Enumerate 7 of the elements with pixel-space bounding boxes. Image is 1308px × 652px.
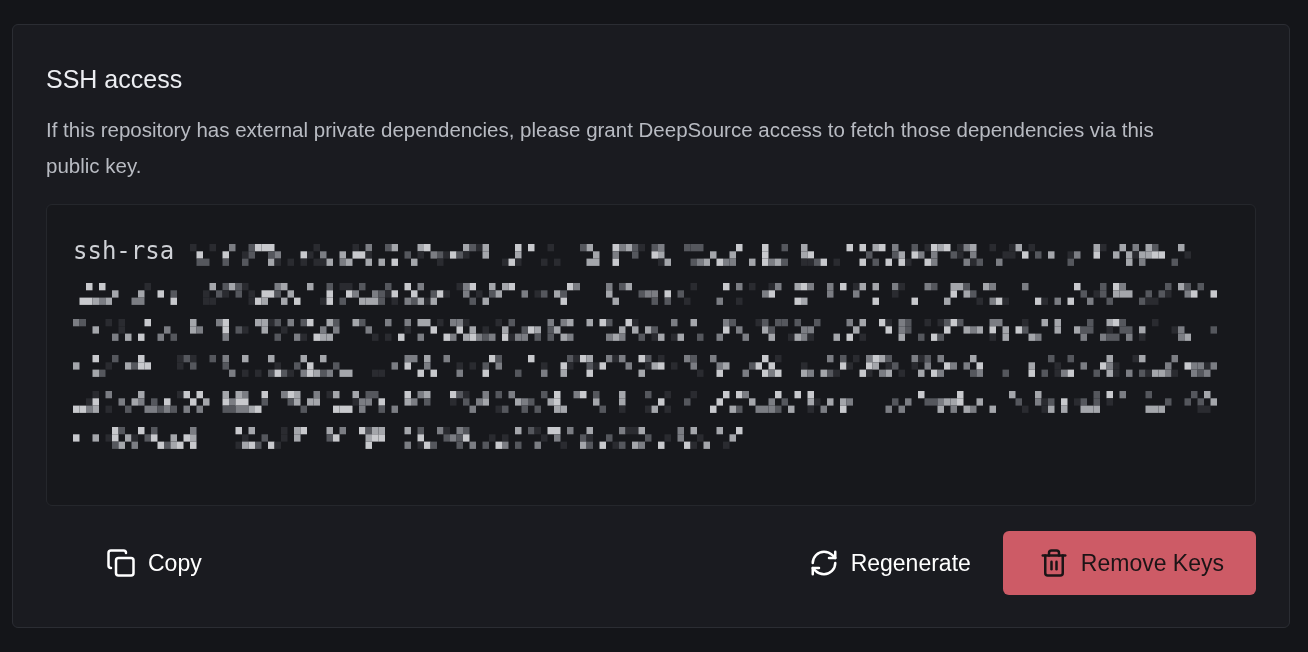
key-type: ssh-rsa (73, 237, 175, 265)
copy-button[interactable]: Copy (46, 531, 234, 595)
regenerate-button[interactable]: Regenerate (748, 531, 1003, 595)
remove-keys-button[interactable]: Remove Keys (1002, 531, 1256, 595)
copy-icon (106, 548, 136, 578)
section-description: If this repository has external private dependencies, please grant DeepSource access to fetch those dependencies via this public key. (46, 117, 1155, 179)
section-title: SSH access (46, 65, 184, 94)
